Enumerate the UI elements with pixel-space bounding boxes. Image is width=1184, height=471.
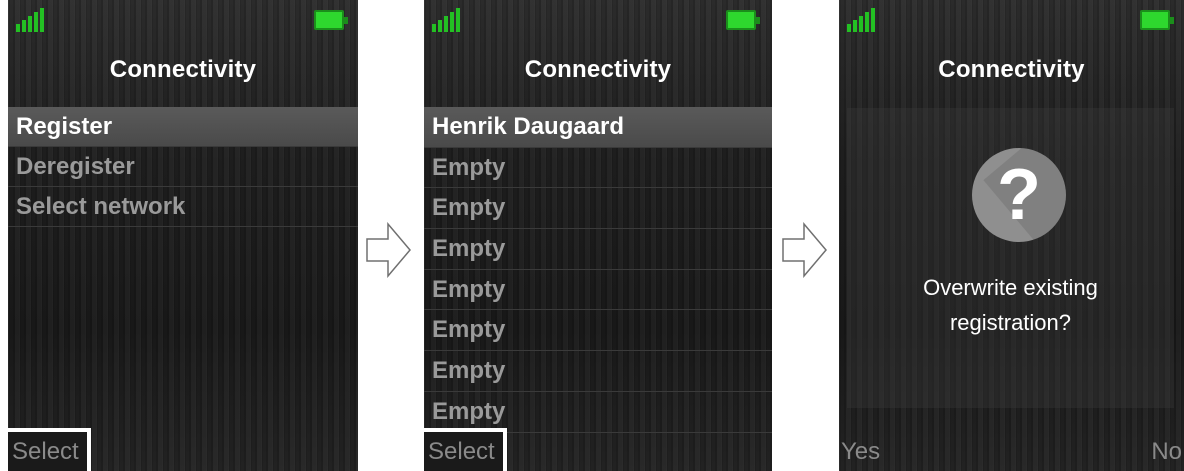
confirm-dialog: ? Overwrite existing registration?	[847, 108, 1174, 408]
dialog-message: Overwrite existing registration?	[847, 270, 1174, 340]
list-item-empty[interactable]: Empty	[424, 229, 772, 270]
menu-list: Register Deregister Select network	[8, 107, 358, 227]
scene: Connectivity Register Deregister Select …	[0, 0, 1184, 471]
list-item-henrik-daugaard[interactable]: Henrik Daugaard	[424, 107, 772, 148]
screen-title: Connectivity	[938, 56, 1085, 83]
dialog-message-line2: registration?	[949, 310, 1072, 335]
battery-icon	[314, 10, 348, 30]
phone-screen-connectivity-menu: Connectivity Register Deregister Select …	[8, 0, 358, 471]
list-item-empty[interactable]: Empty	[424, 351, 772, 392]
softkey-select[interactable]: Select	[8, 428, 91, 471]
signal-strength-icon	[847, 8, 877, 32]
list-item-empty[interactable]: Empty	[424, 270, 772, 311]
registration-list: Henrik Daugaard Empty Empty Empty Empty …	[424, 107, 772, 433]
softkey-select[interactable]: Select	[424, 428, 507, 471]
softkey-no[interactable]: No	[1151, 433, 1182, 471]
arrow-right-icon	[366, 222, 411, 278]
question-icon: ?	[972, 148, 1066, 242]
battery-icon	[1140, 10, 1174, 30]
menu-item-select-network[interactable]: Select network	[8, 187, 358, 227]
phone-screen-registration-list: Connectivity Henrik Daugaard Empty Empty…	[424, 0, 772, 471]
list-item-empty[interactable]: Empty	[424, 392, 772, 433]
signal-strength-icon	[432, 8, 462, 32]
list-item-empty[interactable]: Empty	[424, 310, 772, 352]
question-glyph: ?	[997, 155, 1041, 235]
softkey-yes[interactable]: Yes	[841, 433, 880, 471]
list-item-empty[interactable]: Empty	[424, 188, 772, 230]
phone-screen-overwrite-dialog: Connectivity ? Overwrite existing regist…	[839, 0, 1184, 471]
signal-strength-icon	[16, 8, 46, 32]
screen-title: Connectivity	[524, 56, 672, 83]
dialog-message-line1: Overwrite existing	[923, 275, 1098, 300]
arrow-right-icon	[782, 222, 827, 278]
menu-item-deregister[interactable]: Deregister	[8, 147, 358, 187]
list-item-empty[interactable]: Empty	[424, 148, 772, 189]
menu-item-register[interactable]: Register	[8, 107, 358, 147]
screen-title: Connectivity	[109, 56, 257, 83]
battery-icon	[726, 10, 760, 30]
